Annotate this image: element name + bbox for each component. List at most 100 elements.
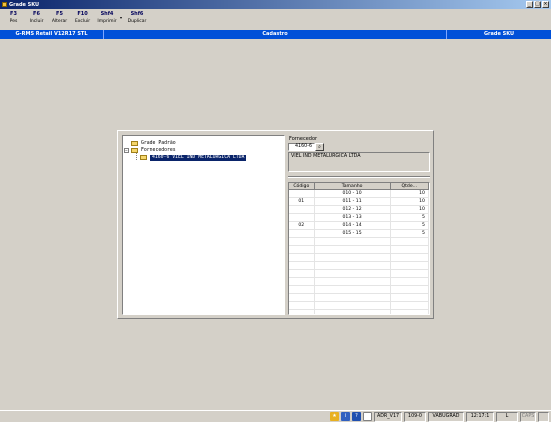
- binoculars-icon[interactable]: ⌕: [315, 143, 324, 151]
- cell-qty: 10: [391, 190, 429, 197]
- column-header-code[interactable]: Código: [289, 183, 315, 190]
- column-header-qty[interactable]: Qtde...: [390, 183, 429, 190]
- table-row[interactable]: 012 - 12 10: [289, 206, 429, 214]
- table-row[interactable]: 01 011 - 11 10: [289, 198, 429, 206]
- table-row[interactable]: 010 - 10 10: [289, 190, 429, 198]
- tree-item-suppliers[interactable]: − Fornecedores: [124, 147, 176, 154]
- include-button[interactable]: F6 Incluir: [25, 11, 48, 30]
- cell-qty: 10: [391, 198, 429, 205]
- table-row[interactable]: 02 014 - 14 5: [289, 222, 429, 230]
- empty-row: [289, 286, 429, 294]
- status-icons: ★ i ?: [330, 412, 372, 421]
- folder-open-icon: [131, 148, 138, 153]
- empty-row: [289, 262, 429, 270]
- folder-icon: [140, 155, 147, 160]
- empty-row: [289, 310, 429, 314]
- cell-size: 010 - 10: [315, 190, 391, 197]
- alter-key: F5: [56, 11, 63, 17]
- delete-label: Excluir: [74, 19, 91, 24]
- tree-view[interactable]: Grade Padrão − Fornecedores 4160-6 VIEL …: [122, 135, 285, 315]
- status-time: 12:17:1: [466, 412, 494, 422]
- print-label: Imprimir: [97, 19, 117, 24]
- supplier-code-field[interactable]: 4160-6: [288, 143, 315, 151]
- title-bar: Grade SKU _ □ ×: [0, 0, 551, 9]
- tree-item-supplier-label: 4160-6 VIEL IND METALURGICA LTDA: [150, 154, 247, 161]
- delete-button[interactable]: F10 Excluir: [71, 11, 94, 30]
- duplicate-button[interactable]: Shf6 Duplicar: [124, 11, 150, 30]
- tree-item-supplier[interactable]: 4160-6 VIEL IND METALURGICA LTDA: [140, 154, 247, 161]
- cell-size: 011 - 11: [315, 198, 391, 205]
- table-row[interactable]: 013 - 13 5: [289, 214, 429, 222]
- minimize-button[interactable]: _: [526, 1, 533, 8]
- print-button[interactable]: Shf4 Imprimir: [94, 11, 120, 30]
- table-row[interactable]: 015 - 15 5: [289, 230, 429, 238]
- empty-row: [289, 238, 429, 246]
- screen-name: Grade SKU: [483, 31, 515, 37]
- header-bar: G-RMS Retail V12R17 STL Cadastro Grade S…: [0, 30, 551, 39]
- supplier-name-field: VIEL IND METALURGICA LTDA: [288, 152, 430, 172]
- include-label: Incluir: [29, 19, 44, 24]
- status-extra: [538, 412, 549, 422]
- status-branch: 109-0: [404, 412, 426, 422]
- cell-code: [289, 206, 315, 213]
- supplier-label: Fornecedor: [289, 136, 318, 142]
- cell-qty: 10: [391, 206, 429, 213]
- window-controls: _ □ ×: [526, 1, 549, 8]
- empty-row: [289, 302, 429, 310]
- supplier-pane: Fornecedor 4160-6 ⌕ VIEL IND METALURGICA…: [288, 135, 430, 178]
- cell-qty: 5: [391, 230, 429, 237]
- maximize-button[interactable]: □: [534, 1, 541, 8]
- toolbar: F3 Pes F6 Incluir F5 Alterar F10 Excluir…: [0, 9, 551, 30]
- search-key: F3: [10, 11, 17, 17]
- empty-row: [289, 294, 429, 302]
- cell-code: [289, 230, 315, 237]
- grid-header: Código Tamanho Qtde...: [289, 183, 429, 190]
- divider: [288, 176, 430, 178]
- cell-size: 014 - 14: [315, 222, 391, 229]
- cell-code: [289, 190, 315, 197]
- empty-row: [289, 246, 429, 254]
- status-mode: L: [496, 412, 518, 422]
- module-name: Cadastro: [104, 30, 447, 39]
- tree-item-root[interactable]: Grade Padrão: [131, 140, 176, 147]
- search-button[interactable]: F3 Pes: [2, 11, 25, 30]
- close-button[interactable]: ×: [542, 1, 549, 8]
- info-icon[interactable]: i: [341, 412, 350, 421]
- cell-size: 013 - 13: [315, 214, 391, 221]
- star-icon[interactable]: ★: [330, 412, 339, 421]
- cell-code: 01: [289, 198, 315, 205]
- empty-row: [289, 270, 429, 278]
- empty-row: [289, 278, 429, 286]
- cell-size: 012 - 12: [315, 206, 391, 213]
- grade-panel: Grade Padrão − Fornecedores 4160-6 VIEL …: [117, 130, 434, 319]
- supplier-row: 4160-6 ⌕: [288, 143, 430, 151]
- delete-key: F10: [77, 11, 88, 17]
- search-label: Pes: [9, 19, 18, 24]
- status-user: ADR_V17: [374, 412, 402, 422]
- collapse-icon[interactable]: −: [124, 148, 129, 153]
- status-station: VABUGRAD: [428, 412, 464, 422]
- empty-row: [289, 254, 429, 262]
- alter-label: Alterar: [51, 19, 68, 24]
- alter-button[interactable]: F5 Alterar: [48, 11, 71, 30]
- size-grid[interactable]: Código Tamanho Qtde... 010 - 10 10 01 01…: [288, 182, 430, 315]
- print-key: Shf4: [100, 11, 114, 17]
- tree-item-suppliers-label: Fornecedores: [141, 148, 176, 153]
- tree-item-root-label: Grade Padrão: [141, 141, 176, 146]
- cell-size: 015 - 15: [315, 230, 391, 237]
- include-key: F6: [33, 11, 40, 17]
- column-header-size[interactable]: Tamanho: [314, 183, 391, 190]
- cell-qty: 5: [391, 214, 429, 221]
- folder-icon: [131, 141, 138, 146]
- help-icon[interactable]: ?: [352, 412, 361, 421]
- document-icon[interactable]: [363, 412, 372, 421]
- cell-code: 02: [289, 222, 315, 229]
- duplicate-label: Duplicar: [127, 19, 147, 24]
- status-bar: ★ i ? ADR_V17 109-0 VABUGRAD 12:17:1 L C…: [0, 410, 551, 422]
- status-caps: CAPS: [520, 412, 536, 422]
- cell-code: [289, 214, 315, 221]
- cell-qty: 5: [391, 222, 429, 229]
- duplicate-key: Shf6: [130, 11, 144, 17]
- app-icon: [2, 2, 7, 7]
- system-name: G-RMS Retail V12R17 STL: [0, 30, 104, 39]
